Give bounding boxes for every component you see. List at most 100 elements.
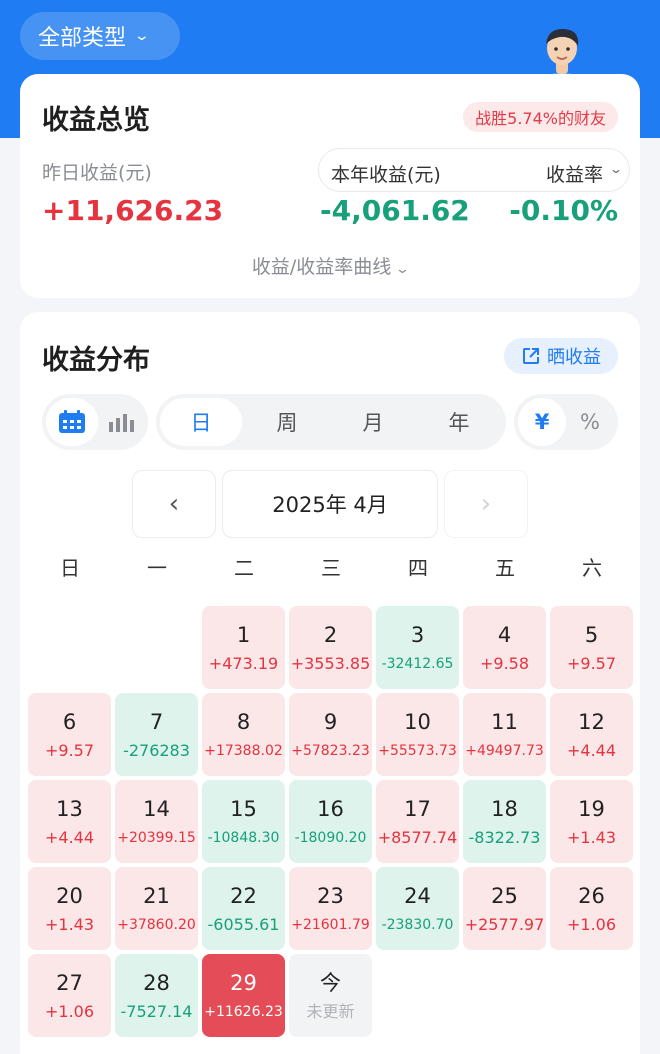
day-number: 2 — [323, 622, 338, 647]
calendar-day[interactable]: 22 -6055.61 — [202, 867, 285, 950]
day-number: 10 — [404, 709, 431, 734]
calendar-day[interactable]: 17 +8577.74 — [376, 780, 459, 863]
calendar-day[interactable]: 25 +2577.97 — [463, 867, 546, 950]
calendar-view-button[interactable] — [46, 394, 98, 450]
day-number: 23 — [317, 883, 344, 908]
day-earnings: +57823.23 — [291, 742, 370, 759]
tab-month[interactable]: 月 — [330, 394, 416, 450]
weekday-label: 三 — [321, 556, 341, 580]
day-number: 19 — [578, 796, 605, 821]
calendar-day[interactable]: 7 -276283 — [115, 693, 198, 776]
day-number: 20 — [56, 883, 83, 908]
next-month-button[interactable]: › — [444, 470, 528, 538]
calendar-day-today[interactable]: 今未更新 — [289, 954, 372, 1037]
calendar-day[interactable]: 13 +4.44 — [28, 780, 111, 863]
tab-year[interactable]: 年 — [416, 394, 502, 450]
overview-title: 收益总览 — [42, 105, 150, 136]
weekday-label: 日 — [60, 556, 80, 580]
day-earnings: -23830.70 — [381, 916, 454, 933]
day-earnings: +1.06 — [44, 1001, 95, 1021]
day-number: 22 — [230, 883, 257, 908]
month-label[interactable]: 2025年 4月 — [222, 470, 438, 538]
weekday-header: 日一二三四五六 — [20, 552, 640, 582]
day-earnings: +9.57 — [566, 653, 617, 673]
day-earnings: +49497.73 — [465, 742, 544, 759]
day-earnings: -7527.14 — [120, 1001, 193, 1021]
day-earnings: +37860.20 — [117, 916, 196, 933]
day-number: 1 — [236, 622, 251, 647]
calendar-day[interactable]: 18 -8322.73 — [463, 780, 546, 863]
day-earnings: +4.44 — [566, 740, 617, 760]
weekday-label: 五 — [495, 556, 515, 580]
prev-month-button[interactable]: ‹ — [132, 470, 216, 538]
calendar-day[interactable]: 27 +1.06 — [28, 954, 111, 1037]
calendar-day[interactable]: 20 +1.43 — [28, 867, 111, 950]
type-filter-dropdown[interactable]: 全部类型 ⌄ — [20, 12, 180, 60]
calendar-day[interactable]: 26 +1.06 — [550, 867, 633, 950]
calendar-day[interactable]: 12 +4.44 — [550, 693, 633, 776]
tab-day[interactable]: 日 — [158, 394, 244, 450]
calendar-day[interactable]: 4 +9.58 — [463, 606, 546, 689]
day-earnings: +8577.74 — [377, 827, 458, 847]
calendar-day[interactable]: 10 +55573.73 — [376, 693, 459, 776]
calendar-day[interactable]: 1 +473.19 — [202, 606, 285, 689]
day-number: 17 — [404, 796, 431, 821]
unit-percent-button[interactable]: % — [566, 394, 614, 450]
calendar-day[interactable]: 8 +17388.02 — [202, 693, 285, 776]
unit-toggle: ¥ % — [514, 394, 618, 450]
distribution-card: 收益分布 晒收益 日 周 月 年 ¥ % ‹ 2025年 4月 › 日 一 二 … — [20, 312, 640, 1054]
distribution-title: 收益分布 — [42, 345, 150, 376]
day-number: 15 — [230, 796, 257, 821]
period-tabs: 日 周 月 年 — [156, 394, 506, 450]
unit-yuan-button[interactable]: ¥ — [518, 394, 566, 450]
day-earnings: -8322.73 — [468, 827, 541, 847]
calendar-day[interactable]: 23 +21601.79 — [289, 867, 372, 950]
chevron-down-icon: ⌄ — [608, 162, 624, 176]
yesterday-earnings-label: 昨日收益(元) — [42, 162, 152, 184]
day-earnings: +473.19 — [208, 653, 279, 673]
share-icon — [523, 348, 539, 364]
day-number: 21 — [143, 883, 170, 908]
chevron-down-icon: ⌄ — [133, 28, 151, 44]
calendar-day[interactable]: 24 -23830.70 — [376, 867, 459, 950]
day-earnings: -6055.61 — [207, 914, 280, 934]
bar-chart-view-button[interactable] — [98, 394, 144, 450]
year-rate-selector[interactable]: 本年收益(元) 收益率 ⌄ — [318, 148, 630, 192]
calendar-day[interactable]: 3 -32412.65 — [376, 606, 459, 689]
day-number: 7 — [149, 709, 164, 734]
day-earnings: 未更新 — [306, 1001, 355, 1021]
weekday-label: 二 — [234, 556, 254, 580]
calendar-day[interactable]: 5 +9.57 — [550, 606, 633, 689]
bar-chart-icon — [109, 414, 134, 432]
calendar-day[interactable]: 9 +57823.23 — [289, 693, 372, 776]
calendar-day[interactable]: 6 +9.57 — [28, 693, 111, 776]
calendar-day[interactable]: 15 -10848.30 — [202, 780, 285, 863]
calendar-day[interactable]: 14 +20399.15 — [115, 780, 198, 863]
weekday-label: 四 — [408, 556, 428, 580]
day-earnings: +9.57 — [44, 740, 95, 760]
day-earnings: +2577.97 — [464, 914, 545, 934]
chevron-right-icon: › — [480, 489, 492, 519]
day-earnings: +21601.79 — [291, 916, 370, 933]
earnings-curve-toggle[interactable]: 收益/收益率曲线 ⌄ — [20, 252, 640, 279]
calendar-day[interactable]: 29 +11626.23 — [202, 954, 285, 1037]
calendar-day[interactable]: 11 +49497.73 — [463, 693, 546, 776]
type-filter-label: 全部类型 — [38, 26, 127, 51]
day-number: 5 — [584, 622, 599, 647]
calendar-day[interactable]: 21 +37860.20 — [115, 867, 198, 950]
tab-week[interactable]: 周 — [244, 394, 330, 450]
calendar-day[interactable]: 19 +1.43 — [550, 780, 633, 863]
day-number: 11 — [491, 709, 518, 734]
share-earnings-button[interactable]: 晒收益 — [504, 338, 618, 374]
day-number: 18 — [491, 796, 518, 821]
day-number: 13 — [56, 796, 83, 821]
year-earnings-label: 本年收益(元) — [331, 164, 441, 186]
calendar-day[interactable]: 2 +3553.85 — [289, 606, 372, 689]
day-number: 25 — [491, 883, 518, 908]
calendar-icon — [59, 410, 85, 433]
day-number: 28 — [143, 970, 170, 995]
day-earnings: +17388.02 — [204, 742, 283, 759]
curve-link-label: 收益/收益率曲线 — [251, 256, 392, 278]
calendar-day[interactable]: 28 -7527.14 — [115, 954, 198, 1037]
calendar-day[interactable]: 16 -18090.20 — [289, 780, 372, 863]
